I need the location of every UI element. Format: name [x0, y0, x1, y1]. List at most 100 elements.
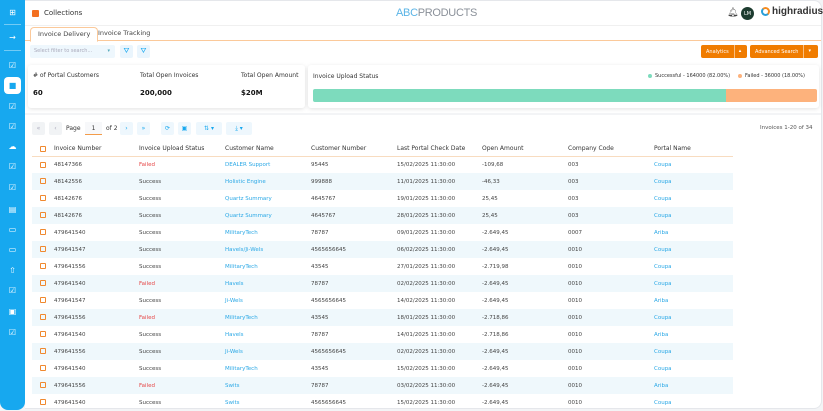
row-checkbox[interactable] — [40, 331, 46, 338]
save-icon[interactable]: ▣ — [178, 122, 191, 135]
cloud-settings-icon[interactable]: ☁ — [6, 140, 19, 153]
table-row[interactable]: 479641547 Success Havels/Ji-Wels 4565656645… — [32, 241, 733, 258]
table-row[interactable]: 479641547 Success Ji-Wels 4565656645 14/02/2… — [32, 292, 733, 309]
row-checkbox[interactable] — [40, 297, 46, 304]
customer-name-link[interactable]: Holistic Engine — [225, 173, 311, 190]
customer-name-link[interactable]: MilitaryTech — [225, 360, 311, 377]
table-row[interactable]: 479641556 Failed MilitaryTech 43545 18/01/20… — [32, 309, 733, 326]
briefcase-icon[interactable]: ■ — [4, 77, 21, 94]
row-checkbox[interactable] — [40, 314, 46, 321]
customer-name-link[interactable]: MilitaryTech — [225, 258, 311, 275]
table-row[interactable]: 48142556 Success Holistic Engine 999888 11/0… — [32, 173, 733, 190]
select-all-checkbox[interactable] — [40, 145, 46, 152]
upload-icon[interactable]: ⇧ — [6, 264, 19, 277]
portal-name-link[interactable]: Coupa — [654, 394, 733, 411]
portal-name-link[interactable]: Coupa — [654, 343, 733, 360]
row-checkbox[interactable] — [40, 263, 46, 270]
table-row[interactable]: 479641556 Failed Swits 78787 03/02/2025 11:3… — [32, 377, 733, 394]
clear-filter-icon[interactable]: ⛛ — [137, 45, 150, 58]
customer-name-link[interactable]: Ji-Wels — [225, 292, 311, 309]
customer-name-link[interactable]: Quartz Summary — [225, 190, 311, 207]
customer-name-link[interactable]: MilitaryTech — [225, 309, 311, 326]
checklist-icon[interactable]: ☑ — [6, 120, 19, 133]
checklist-icon[interactable]: ☑ — [6, 100, 19, 113]
checklist-icon[interactable]: ☑ — [6, 181, 19, 194]
chevron-up-icon[interactable]: ▴ — [733, 45, 746, 58]
row-checkbox[interactable] — [40, 246, 46, 253]
portal-name-link[interactable]: Ariba — [654, 377, 733, 394]
table-row[interactable]: 479641540 Success Swits 4565656645 15/02/202… — [32, 394, 733, 411]
row-checkbox[interactable] — [40, 280, 46, 287]
avatar[interactable]: LM — [741, 7, 754, 20]
inbox-icon[interactable]: ▭ — [6, 223, 19, 236]
filter-select[interactable]: Select filter to search... ▾ — [30, 45, 115, 58]
customer-name-link[interactable]: Havels/Ji-Wels — [225, 241, 311, 258]
first-page-button[interactable]: « — [32, 122, 45, 135]
portal-name-link[interactable]: Coupa — [654, 275, 733, 292]
portal-name-link[interactable]: Coupa — [654, 207, 733, 224]
portal-name-link[interactable]: Coupa — [654, 190, 733, 207]
refresh-icon[interactable]: ⟳ — [161, 122, 174, 135]
column-header[interactable]: Invoice Upload Status — [139, 142, 225, 157]
checklist-icon[interactable]: ☑ — [6, 160, 19, 173]
document-icon[interactable]: ▤ — [6, 203, 19, 216]
bell-icon[interactable]: 🔔︎ — [727, 8, 738, 18]
customer-name-link[interactable]: Ji-Wels — [225, 343, 311, 360]
table-row[interactable]: 479641540 Success MilitaryTech 43545 15/02/2… — [32, 360, 733, 377]
download-button[interactable]: ⤓ ▾ — [226, 122, 252, 135]
customer-name-link[interactable]: MilitaryTech — [225, 224, 311, 241]
table-row[interactable]: 479641556 Success MilitaryTech 43545 27/01/2… — [32, 258, 733, 275]
apps-grid-icon[interactable]: ⊞ — [6, 6, 19, 19]
table-row[interactable]: 48142676 Success Quartz Summary 4645767 28/0… — [32, 207, 733, 224]
row-checkbox[interactable] — [40, 229, 46, 236]
customer-name-link[interactable]: DEALER Support — [225, 156, 311, 173]
portal-name-link[interactable]: Coupa — [654, 173, 733, 190]
tab-invoice-tracking[interactable]: Invoice Tracking — [91, 27, 157, 41]
sort-button[interactable]: ⇅ ▾ — [196, 122, 222, 135]
tab-invoice-delivery[interactable]: Invoice Delivery — [30, 27, 99, 42]
column-header[interactable]: Invoice Number — [54, 142, 139, 157]
arrow-right-icon[interactable]: → — [6, 31, 19, 44]
table-row[interactable]: 48147366 Failed DEALER Support 95445 15/02/2… — [32, 156, 733, 173]
checklist-icon[interactable]: ☑ — [6, 326, 19, 339]
portal-name-link[interactable]: Ariba — [654, 224, 733, 241]
row-checkbox[interactable] — [40, 161, 46, 168]
row-checkbox[interactable] — [40, 195, 46, 202]
prev-page-button[interactable]: ‹ — [49, 122, 62, 135]
row-checkbox[interactable] — [40, 399, 46, 406]
inbox-icon[interactable]: ▭ — [6, 243, 19, 256]
portal-name-link[interactable]: Coupa — [654, 258, 733, 275]
analytics-button[interactable]: Analytics ▴ — [701, 45, 747, 58]
portal-name-link[interactable]: Ariba — [654, 292, 733, 309]
customer-name-link[interactable]: Quartz Summary — [225, 207, 311, 224]
column-header[interactable]: Company Code — [568, 142, 654, 157]
column-header[interactable]: Customer Number — [311, 142, 397, 157]
checklist-icon[interactable]: ☑ — [6, 284, 19, 297]
table-row[interactable]: 48142676 Success Quartz Summary 4645767 19/0… — [32, 190, 733, 207]
customer-name-link[interactable]: Havels — [225, 275, 311, 292]
portal-name-link[interactable]: Coupa — [654, 241, 733, 258]
customer-name-link[interactable]: Havels — [225, 326, 311, 343]
portal-name-link[interactable]: Coupa — [654, 156, 733, 173]
table-row[interactable]: 479641540 Success MilitaryTech 78787 09/01/2… — [32, 224, 733, 241]
contact-card-icon[interactable]: ▣ — [6, 305, 19, 318]
column-header[interactable]: Open Amount — [482, 142, 568, 157]
column-header[interactable]: Portal Name — [654, 142, 733, 157]
table-row[interactable]: 479641540 Success Havels 78787 14/01/2025 11… — [32, 326, 733, 343]
row-checkbox[interactable] — [40, 212, 46, 219]
portal-name-link[interactable]: Coupa — [654, 309, 733, 326]
next-page-button[interactable]: › — [120, 122, 133, 135]
customer-name-link[interactable]: Swits — [225, 394, 311, 411]
column-header[interactable]: Last Portal Check Date — [397, 142, 482, 157]
customer-name-link[interactable]: Swits — [225, 377, 311, 394]
column-header[interactable]: Customer Name — [225, 142, 311, 157]
row-checkbox[interactable] — [40, 348, 46, 355]
row-checkbox[interactable] — [40, 178, 46, 185]
checklist-icon[interactable]: ☑ — [6, 59, 19, 72]
portal-name-link[interactable]: Coupa — [654, 360, 733, 377]
page-input[interactable]: 1 — [85, 122, 102, 135]
last-page-button[interactable]: » — [137, 122, 150, 135]
table-row[interactable]: 479641540 Failed Havels 78787 02/02/2025 11:… — [32, 275, 733, 292]
filter-icon[interactable]: ⛛ — [120, 45, 133, 58]
row-checkbox[interactable] — [40, 365, 46, 372]
